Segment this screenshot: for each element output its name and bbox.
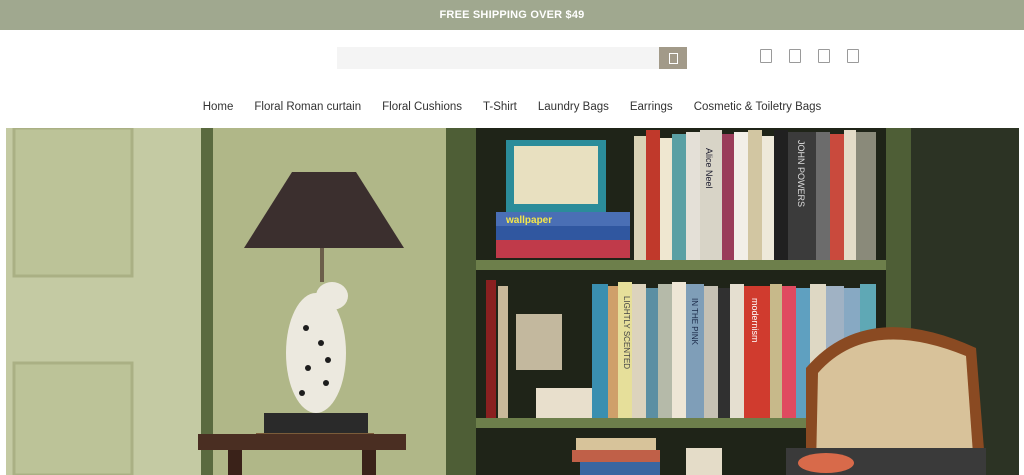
- hero-image: wallpaper Alice Neel JOHN POWERS LIGHTLY…: [6, 128, 1019, 475]
- account-icon[interactable]: [760, 49, 772, 63]
- main-nav: Home Floral Roman curtain Floral Cushion…: [0, 101, 1024, 113]
- book-spine-wallpaper: wallpaper: [505, 215, 552, 226]
- book-spine-lightly-scented: LIGHTLY SCENTED: [622, 296, 631, 369]
- compare-icon[interactable]: [818, 49, 830, 63]
- site-header: Home Floral Roman curtain Floral Cushion…: [0, 30, 1024, 128]
- header-icons: [760, 49, 859, 63]
- nav-item-t-shirt[interactable]: T-Shirt: [483, 101, 517, 113]
- book-spine-modernism: modernism: [750, 298, 760, 343]
- search-input[interactable]: [337, 47, 659, 69]
- nav-item-earrings[interactable]: Earrings: [630, 101, 673, 113]
- nav-item-floral-roman-curtain[interactable]: Floral Roman curtain: [254, 101, 361, 113]
- cart-icon[interactable]: [847, 49, 859, 63]
- announcement-bar: FREE SHIPPING OVER $49: [0, 0, 1024, 30]
- top-shelf-books: wallpaper Alice Neel JOHN POWERS: [496, 130, 876, 260]
- search-button[interactable]: [659, 47, 687, 69]
- book-spine-alice-neel: Alice Neel: [704, 148, 714, 189]
- book-spine-in-the-pink: IN THE PINK: [690, 298, 699, 346]
- announcement-text: FREE SHIPPING OVER $49: [439, 9, 585, 21]
- book-spine-john-powers: JOHN POWERS: [796, 140, 806, 207]
- nav-item-cosmetic-toiletry-bags[interactable]: Cosmetic & Toiletry Bags: [694, 101, 822, 113]
- wishlist-icon[interactable]: [789, 49, 801, 63]
- hero-banner[interactable]: wallpaper Alice Neel JOHN POWERS LIGHTLY…: [6, 128, 1019, 475]
- search-form: [337, 47, 687, 69]
- nav-item-laundry-bags[interactable]: Laundry Bags: [538, 101, 609, 113]
- search-icon: [668, 52, 678, 64]
- nav-item-home[interactable]: Home: [203, 101, 234, 113]
- nav-item-floral-cushions[interactable]: Floral Cushions: [382, 101, 462, 113]
